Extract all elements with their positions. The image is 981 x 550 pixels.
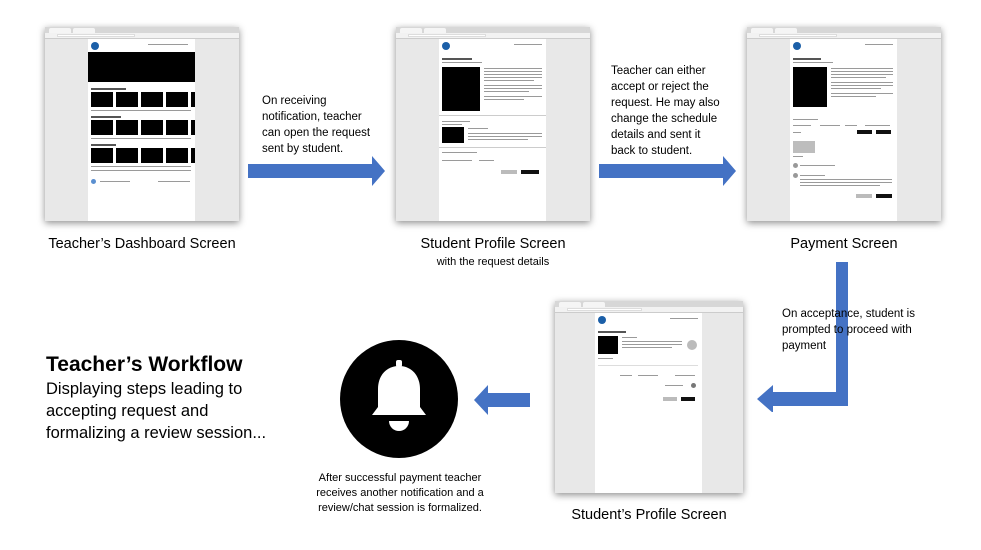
subtitle-line: accepting request and bbox=[46, 402, 209, 420]
student-profile-2-screenshot bbox=[555, 301, 743, 493]
student-profile-2-caption: Student’s Profile Screen bbox=[571, 507, 727, 523]
workflow-title: Teacher’s Workflow bbox=[46, 353, 243, 376]
hero-banner bbox=[88, 52, 195, 82]
student-profile-caption: Student Profile Screen bbox=[420, 236, 566, 252]
note-line: can open the request bbox=[262, 127, 371, 139]
note-step1: On receiving notification, teacher can o… bbox=[262, 93, 370, 157]
note-line: change the schedule bbox=[611, 113, 718, 125]
student-profile-screenshot bbox=[396, 27, 590, 221]
note-line: On acceptance, student is bbox=[782, 308, 915, 320]
note-step2: Teacher can either accept or reject the … bbox=[611, 63, 720, 159]
subtitle-line: Displaying steps leading to bbox=[46, 380, 243, 398]
note-step3: On acceptance, student is prompted to pr… bbox=[782, 306, 915, 354]
payment-screenshot bbox=[747, 27, 941, 221]
note-line: receives another notification and a bbox=[316, 487, 484, 499]
dashboard-caption: Teacher’s Dashboard Screen bbox=[48, 236, 236, 252]
subtitle-line: formalizing a review session... bbox=[46, 424, 267, 442]
arrow-icon bbox=[599, 156, 736, 186]
note-line: After successful payment teacher bbox=[318, 472, 482, 484]
bell-icon bbox=[340, 340, 458, 458]
page-body bbox=[88, 39, 195, 221]
note-line: notification, teacher bbox=[262, 111, 362, 123]
student-profile-subcaption: with the request details bbox=[436, 256, 550, 268]
note-line: review/chat session is formalized. bbox=[318, 502, 482, 514]
note-line: prompted to proceed with bbox=[782, 324, 912, 336]
note-line: back to student. bbox=[611, 145, 693, 157]
workflow-subtitle: Displaying steps leading to accepting re… bbox=[46, 378, 266, 444]
note-line: On receiving bbox=[262, 95, 327, 107]
note-step4: After successful payment teacher receive… bbox=[300, 471, 500, 516]
arrow-icon bbox=[248, 156, 385, 186]
dashboard-screenshot bbox=[45, 27, 239, 221]
note-line: request. He may also bbox=[611, 97, 720, 109]
note-line: details and sent it bbox=[611, 129, 701, 141]
arrow-icon bbox=[474, 385, 530, 415]
note-line: Teacher can either bbox=[611, 65, 706, 77]
note-line: payment bbox=[782, 340, 827, 352]
note-line: sent by student. bbox=[262, 143, 344, 155]
note-line: accept or reject the bbox=[611, 81, 709, 93]
payment-caption: Payment Screen bbox=[790, 236, 898, 252]
